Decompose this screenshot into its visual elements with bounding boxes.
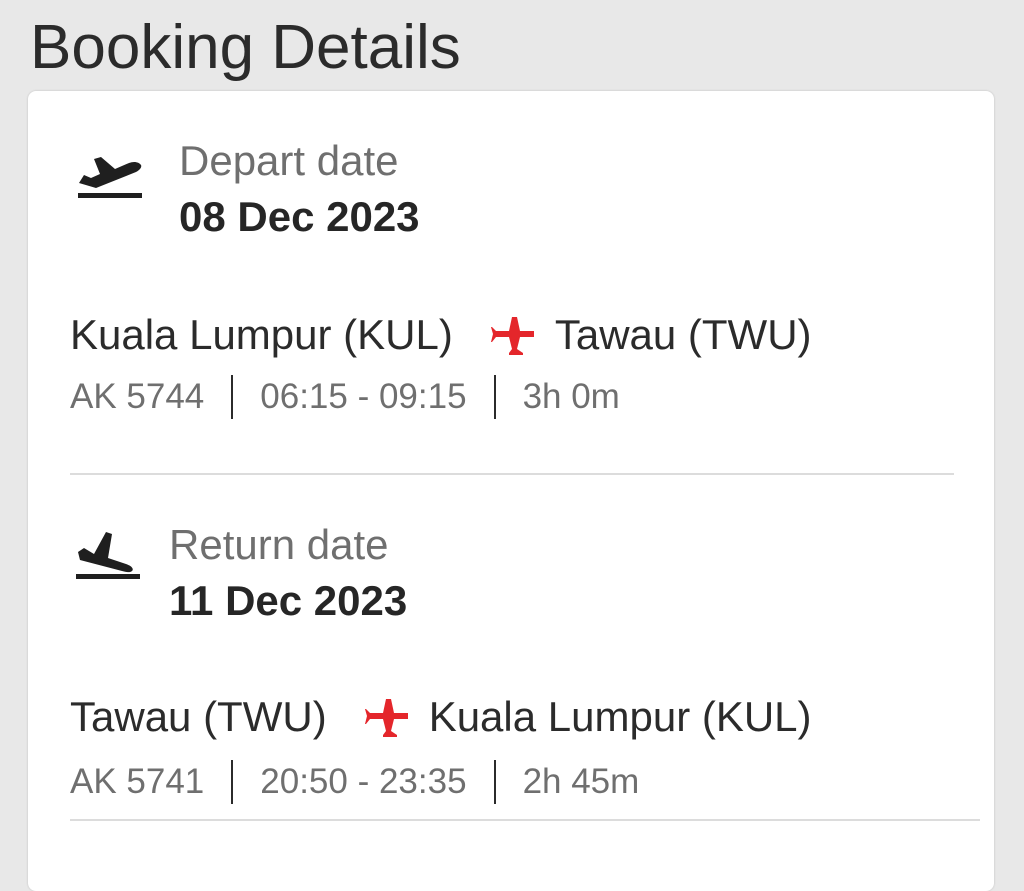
return-origin: Tawau (TWU) xyxy=(70,693,327,740)
depart-date-value: 08 Dec 2023 xyxy=(179,193,420,240)
depart-flight-meta: AK 5744 06:15 - 09:15 3h 0m xyxy=(70,375,620,419)
separator xyxy=(493,375,496,419)
depart-origin: Kuala Lumpur (KUL) xyxy=(70,311,453,358)
booking-card: Depart date 08 Dec 2023 Kuala Lumpur (KU… xyxy=(28,91,994,891)
flight-landing-icon xyxy=(72,524,144,586)
leg-divider xyxy=(70,473,954,475)
depart-route: Kuala Lumpur (KUL) Tawau (TWU) xyxy=(70,309,812,361)
flight-takeoff-icon xyxy=(74,143,146,205)
return-date-label: Return date xyxy=(169,521,389,568)
depart-destination: Tawau (TWU) xyxy=(554,311,812,358)
return-flight-meta: AK 5741 20:50 - 23:35 2h 45m xyxy=(70,760,639,804)
depart-duration: 3h 0m xyxy=(522,377,620,416)
return-duration: 2h 45m xyxy=(522,762,640,801)
airplane-icon xyxy=(490,315,535,355)
separator xyxy=(493,760,496,804)
return-time-range: 20:50 - 23:35 xyxy=(260,762,467,801)
leg-divider xyxy=(70,819,980,821)
depart-time-range: 06:15 - 09:15 xyxy=(260,377,467,416)
return-date-value: 11 Dec 2023 xyxy=(169,577,408,624)
depart-date-label: Depart date xyxy=(179,137,399,184)
return-route: Tawau (TWU) Kuala Lumpur (KUL) xyxy=(70,691,812,743)
separator xyxy=(231,375,234,419)
airplane-icon xyxy=(364,697,409,737)
return-flight-number: AK 5741 xyxy=(70,762,205,801)
depart-flight-number: AK 5744 xyxy=(70,377,205,416)
return-destination: Kuala Lumpur (KUL) xyxy=(428,693,812,740)
separator xyxy=(231,760,234,804)
page-title: Booking Details xyxy=(30,13,461,82)
